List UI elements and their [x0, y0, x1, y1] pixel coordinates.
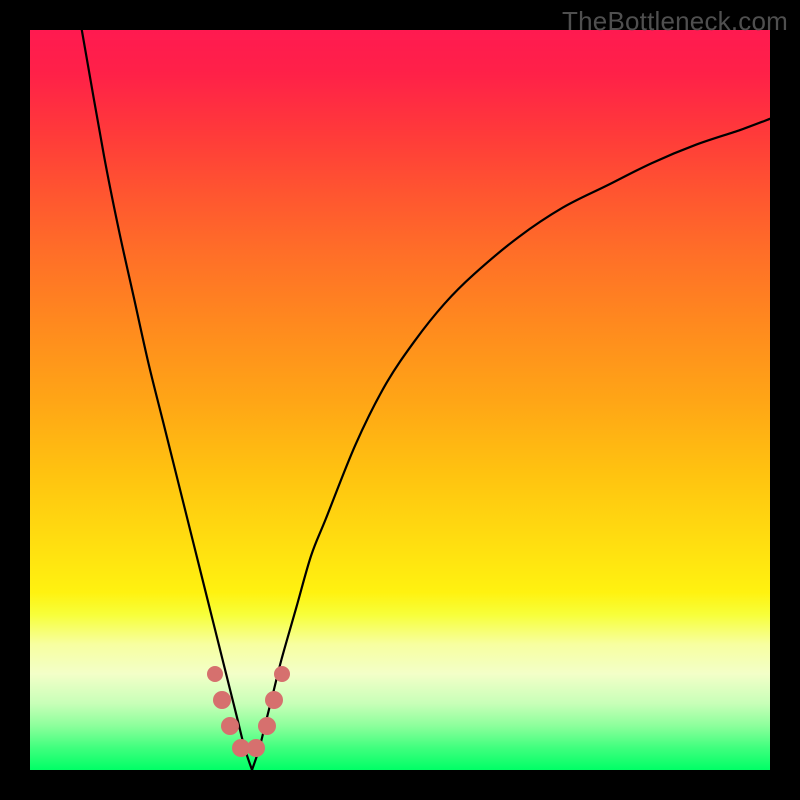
chart-frame: TheBottleneck.com: [0, 0, 800, 800]
bottleneck-curve: [30, 30, 770, 770]
marker-dot: [221, 717, 239, 735]
marker-dot: [274, 666, 290, 682]
plot-area: [30, 30, 770, 770]
curve-right-branch: [252, 119, 770, 770]
marker-dot: [213, 691, 231, 709]
marker-dot: [258, 717, 276, 735]
marker-dot: [265, 691, 283, 709]
curve-left-branch: [82, 30, 252, 770]
marker-dot: [247, 739, 265, 757]
marker-dot: [207, 666, 223, 682]
watermark-text: TheBottleneck.com: [562, 6, 788, 37]
